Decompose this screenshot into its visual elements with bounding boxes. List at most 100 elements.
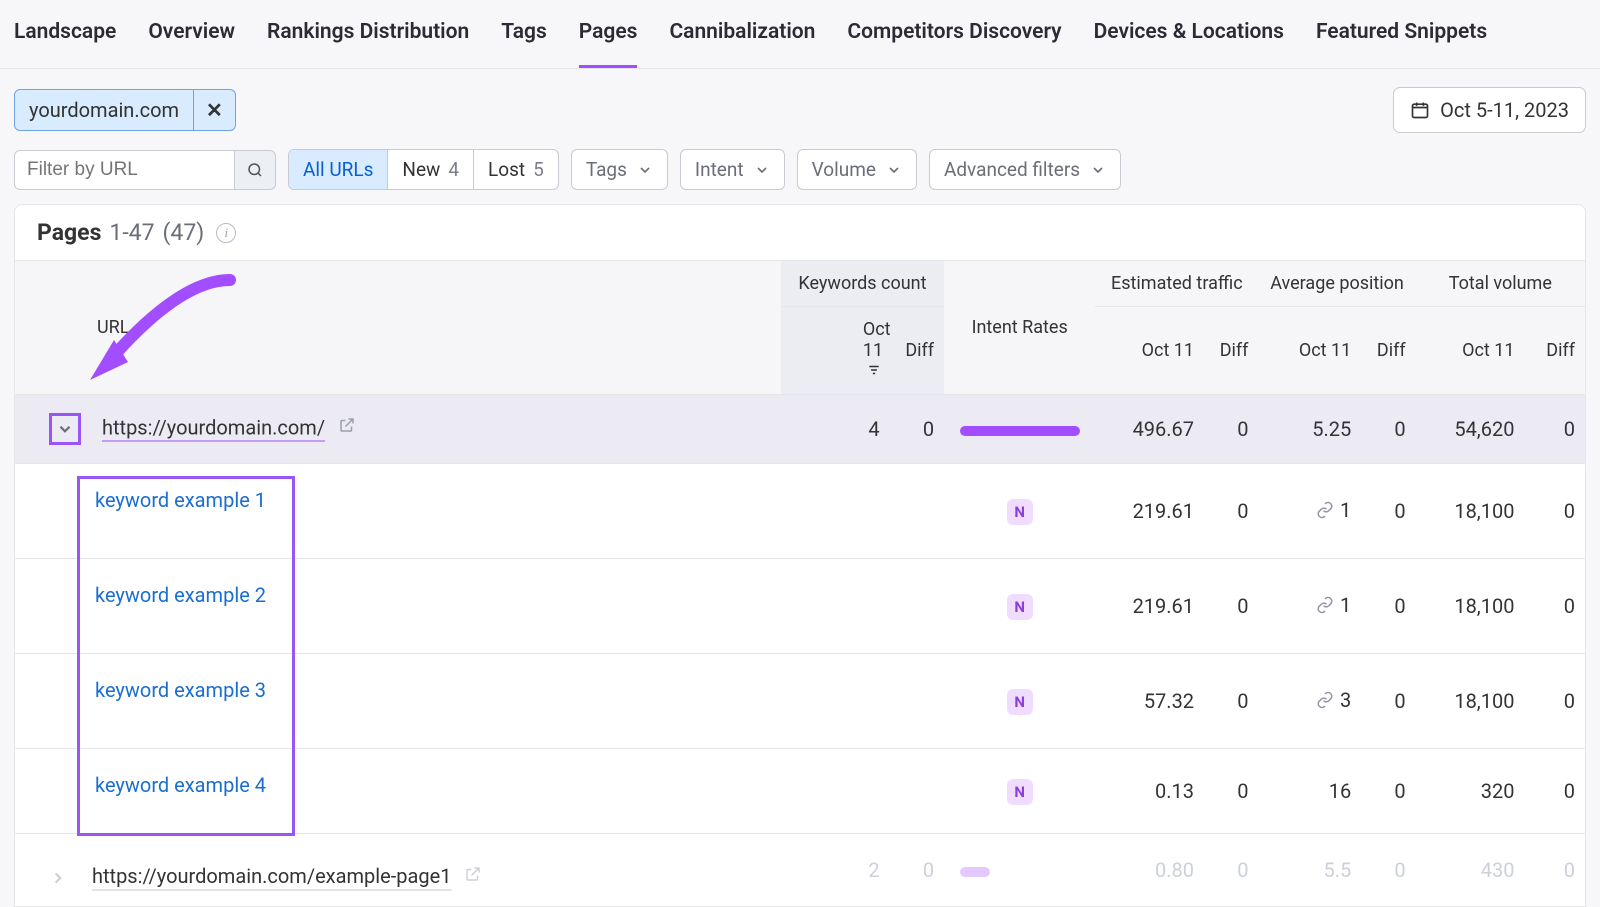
serp-link-icon[interactable]: 1 [1316,498,1351,522]
cell-avgpos: 5.5 [1258,834,1361,907]
cell-totvol: 320 [1416,749,1525,834]
cell-totvol-diff: 0 [1524,654,1585,749]
serp-link-icon[interactable]: 3 [1316,688,1351,712]
col-average-position[interactable]: Average position [1258,261,1415,307]
table-row: keyword example 2 N 219.61 0 1 0 18,100 … [15,559,1585,654]
filter-label: Tags [586,158,627,181]
segment-new[interactable]: New 4 [387,150,473,189]
pages-card: Pages 1-47 (47) i URL Keywords count Int… [14,204,1586,907]
date-range-label: Oct 5-11, 2023 [1440,98,1569,122]
row-url[interactable]: https://yourdomain.com/example-page1 [92,864,451,888]
keyword-link[interactable]: keyword example 4 [49,773,266,797]
close-icon[interactable]: ✕ [194,92,235,128]
cell-avgpos-diff: 0 [1361,395,1415,464]
date-range-button[interactable]: Oct 5-11, 2023 [1393,87,1586,133]
subcol-avgpos-diff[interactable]: Diff [1361,307,1415,395]
cell-totvol-diff: 0 [1524,464,1585,559]
filter-volume[interactable]: Volume [797,149,917,190]
cell-kw-diff: 0 [890,395,944,464]
url-filter-input[interactable] [14,150,234,190]
col-keywords-count[interactable]: Keywords count [781,261,944,307]
subcol-totvol-date[interactable]: Oct 11 [1416,307,1525,395]
cell-totvol: 18,100 [1416,559,1525,654]
pages-count: (47) [163,219,205,246]
cell-totvol: 18,100 [1416,654,1525,749]
chevron-right-icon[interactable] [49,869,67,887]
cell-traffic-diff: 0 [1204,559,1258,654]
table-row: keyword example 4 N 0.13 0 16 0 320 0 [15,749,1585,834]
row-url[interactable]: https://yourdomain.com/ [102,415,325,439]
chevron-down-icon [1090,162,1106,178]
cell-totvol: 54,620 [1416,395,1525,464]
url-status-segments: All URLs New 4 Lost 5 [288,149,559,190]
sort-desc-icon [867,363,881,377]
expand-toggle[interactable] [49,413,81,445]
external-link-icon[interactable] [464,864,482,888]
tab-cannibalization[interactable]: Cannibalization [669,20,815,50]
segment-label: Lost [488,158,525,181]
cell-traffic-diff: 0 [1204,464,1258,559]
cell-avgpos-diff: 0 [1361,654,1415,749]
tab-landscape[interactable]: Landscape [14,20,116,50]
subcol-kw-date[interactable]: Oct 11 [781,307,890,395]
cell-totvol-diff: 0 [1524,395,1585,464]
keyword-link[interactable]: keyword example 3 [49,678,266,702]
cell-kw-diff: 0 [890,834,944,907]
tab-rankings-distribution[interactable]: Rankings Distribution [267,20,469,50]
subcol-traffic-date[interactable]: Oct 11 [1095,307,1204,395]
pages-range: 1-47 [109,219,154,246]
tab-pages[interactable]: Pages [579,20,638,50]
col-total-volume[interactable]: Total volume [1416,261,1585,307]
domain-filter-chip[interactable]: yourdomain.com ✕ [14,89,236,131]
tab-tags[interactable]: Tags [501,20,546,50]
chevron-down-icon [56,420,74,438]
subcol-traffic-diff[interactable]: Diff [1204,307,1258,395]
intent-badge: N [1007,779,1033,805]
subcol-totvol-diff[interactable]: Diff [1524,307,1585,395]
filter-intent[interactable]: Intent [680,149,785,190]
cell-avgpos-diff: 0 [1361,749,1415,834]
intent-badge: N [1007,689,1033,715]
cell-traffic: 496.67 [1095,395,1204,464]
subcol-kw-diff[interactable]: Diff [890,307,944,395]
tab-overview[interactable]: Overview [148,20,235,50]
cell-totvol-diff: 0 [1524,749,1585,834]
col-url[interactable]: URL [15,261,781,395]
cell-traffic: 219.61 [1095,559,1204,654]
tab-competitors-discovery[interactable]: Competitors Discovery [847,20,1061,50]
segment-all-urls[interactable]: All URLs [289,150,387,189]
cell-avgpos: 3 [1340,688,1351,712]
domain-chip-label: yourdomain.com [15,90,194,130]
keyword-link[interactable]: keyword example 1 [49,488,266,512]
search-button[interactable] [234,150,276,190]
cell-traffic: 57.32 [1095,654,1204,749]
cell-avgpos: 16 [1329,779,1351,803]
cell-avgpos-diff: 0 [1361,464,1415,559]
cell-traffic: 0.13 [1095,749,1204,834]
serp-link-icon[interactable]: 1 [1316,593,1351,617]
cell-avgpos: 5.25 [1258,395,1361,464]
filter-label: Volume [812,158,876,181]
intent-bar [960,867,990,877]
info-icon[interactable]: i [216,223,236,243]
col-intent-rates[interactable]: Intent Rates [944,261,1095,395]
cell-totvol: 430 [1416,834,1525,907]
subcol-avgpos-date[interactable]: Oct 11 [1258,307,1361,395]
cell-avgpos: 1 [1340,498,1351,522]
pages-card-header: Pages 1-47 (47) i [15,205,1585,261]
cell-avgpos: 1 [1340,593,1351,617]
keyword-link[interactable]: keyword example 2 [49,583,266,607]
filter-label: Intent [695,158,744,181]
segment-lost[interactable]: Lost 5 [473,150,558,189]
external-link-icon[interactable] [338,415,356,439]
calendar-icon [1410,100,1430,120]
filter-tags[interactable]: Tags [571,149,668,190]
filter-label: Advanced filters [944,158,1080,181]
subcol-label: Oct 11 [863,319,891,361]
table-row[interactable]: https://yourdomain.com/ 4 0 496.67 0 5.2… [15,395,1585,464]
segment-count: 4 [448,158,459,181]
tab-featured-snippets[interactable]: Featured Snippets [1316,20,1487,50]
col-estimated-traffic[interactable]: Estimated traffic [1095,261,1258,307]
filter-advanced[interactable]: Advanced filters [929,149,1121,190]
tab-devices-locations[interactable]: Devices & Locations [1094,20,1284,50]
